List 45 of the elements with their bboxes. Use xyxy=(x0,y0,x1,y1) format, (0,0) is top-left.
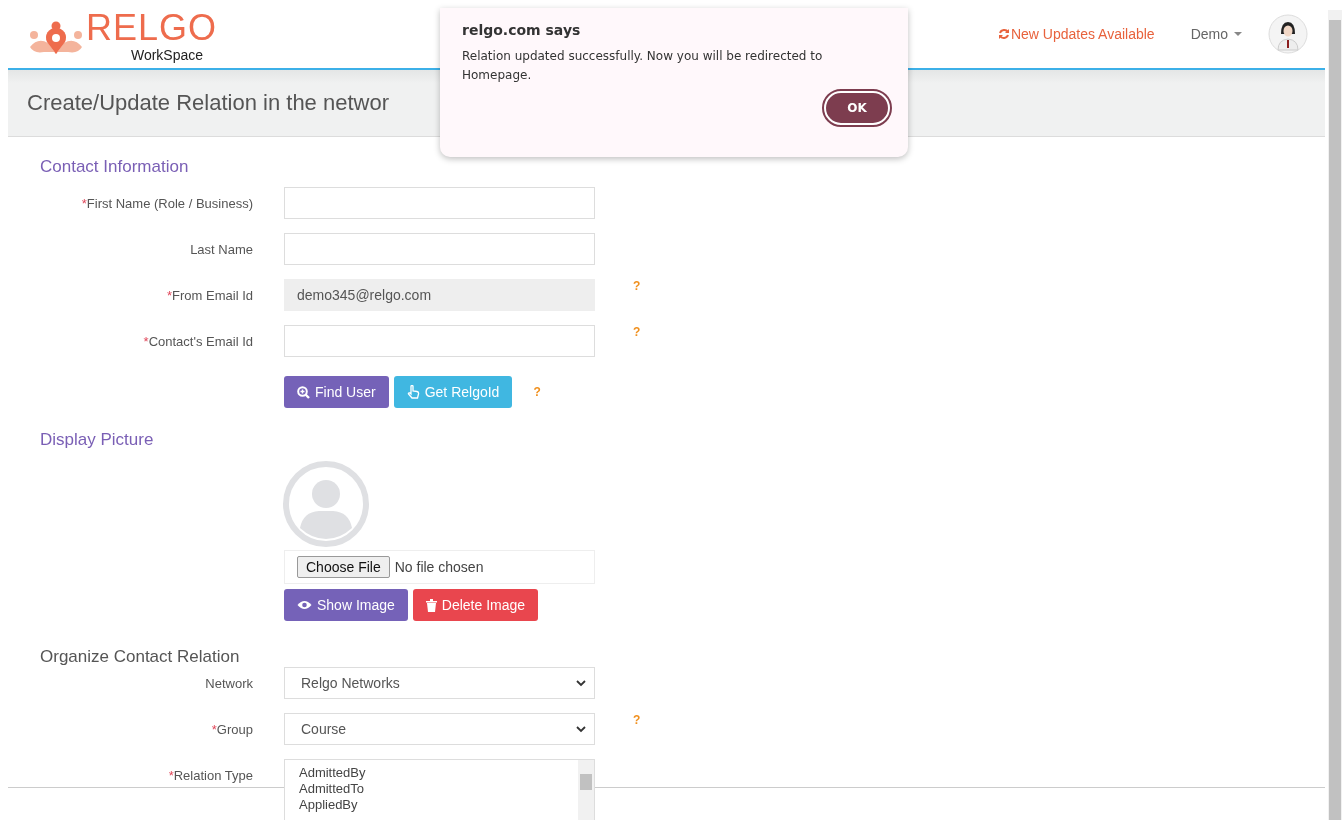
logo-icon xyxy=(28,21,84,55)
hand-pointer-icon xyxy=(406,385,420,399)
section-heading: Display Picture xyxy=(40,430,155,450)
avatar-icon[interactable] xyxy=(1268,14,1308,54)
list-option[interactable]: AdmittedTo xyxy=(299,781,564,797)
user-menu[interactable]: Demo xyxy=(1190,26,1242,42)
field-label: Last Name xyxy=(189,241,253,257)
field-label: *Relation Type xyxy=(167,767,253,783)
list-box[interactable]: AdmittedBy AdmittedTo AppliedBy xyxy=(284,759,595,820)
file-input[interactable]: Choose File No file chosen xyxy=(284,550,595,584)
field-label: *Group xyxy=(210,721,253,737)
page-title: Create/Update Relation in the networ xyxy=(27,90,389,116)
eye-icon xyxy=(297,600,312,610)
section-heading: Organize Contact Relation xyxy=(40,647,241,667)
text-field[interactable] xyxy=(284,325,595,357)
list-option[interactable]: AdmittedBy xyxy=(299,765,564,781)
find-user-button[interactable]: Find User xyxy=(284,376,389,408)
text-field[interactable] xyxy=(284,187,595,219)
field-label: *Contact's Email Id xyxy=(142,333,253,349)
field-label: *From Email Id xyxy=(166,287,253,303)
list-option[interactable]: AppliedBy xyxy=(299,797,564,813)
caret-icon xyxy=(1234,31,1242,37)
scrollbar[interactable] xyxy=(578,760,594,820)
delete-image-button[interactable]: Delete Image xyxy=(412,589,539,621)
dropdown[interactable]: Course xyxy=(284,713,595,745)
dropdown[interactable]: Relgo Networks xyxy=(284,667,595,699)
dialog-title: relgo.com says xyxy=(462,22,582,38)
text-field[interactable] xyxy=(284,233,595,265)
logo-subtitle: WorkSpace xyxy=(130,47,204,63)
scrollbar[interactable] xyxy=(1328,10,1342,820)
section-heading: Contact Information xyxy=(40,157,190,177)
updates-link[interactable]: New Updates Available xyxy=(997,26,1155,42)
zoom-in-icon xyxy=(297,385,310,399)
refresh-icon xyxy=(997,28,1010,40)
ok-button[interactable]: OK xyxy=(824,91,890,125)
dialog-message: Relation updated successfully. Now you will be redirected to Homepage. xyxy=(462,48,824,84)
file-status: No file chosen xyxy=(394,559,484,575)
show-image-button[interactable]: Show Image xyxy=(284,589,408,621)
choose-file-button[interactable]: Choose File xyxy=(297,556,390,578)
field-label: Network xyxy=(204,675,253,691)
chevron-down-icon xyxy=(576,725,586,733)
logo-title: RELGO xyxy=(86,9,218,47)
field-label: *First Name (Role / Business) xyxy=(80,195,253,211)
chevron-down-icon xyxy=(576,679,586,687)
trash-icon xyxy=(425,598,437,612)
